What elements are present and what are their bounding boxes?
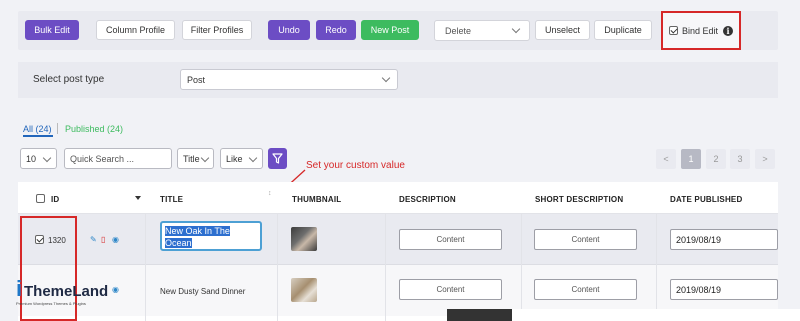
redo-button[interactable]: Redo xyxy=(316,20,356,40)
column-header-description[interactable]: DESCRIPTION xyxy=(399,195,456,204)
tab-published[interactable]: Published (24) xyxy=(65,124,123,134)
logo-brand-name: ThemeLand xyxy=(24,283,109,300)
short-description-button[interactable]: Content xyxy=(534,229,637,250)
pagination-page-2[interactable]: 2 xyxy=(706,149,726,169)
chevron-down-icon xyxy=(200,153,210,163)
row-title: New Dusty Sand Dinner xyxy=(160,287,246,296)
column-header-date-published[interactable]: DATE PUBLISHED xyxy=(670,195,742,204)
logo-brand-prefix: i xyxy=(16,276,23,301)
column-divider xyxy=(145,214,146,321)
column-divider xyxy=(277,214,278,321)
bind-edit-checkbox[interactable] xyxy=(669,26,678,35)
thumbnail-image[interactable] xyxy=(291,227,317,251)
tab-active-underline xyxy=(23,135,53,137)
column-header-id[interactable]: ID xyxy=(51,195,59,204)
per-page-select[interactable]: 10 xyxy=(20,148,57,169)
chevron-down-icon xyxy=(511,24,521,34)
bulk-edit-button[interactable]: Bulk Edit xyxy=(25,20,79,40)
edit-icon[interactable]: ✎ xyxy=(90,236,97,244)
title-edit-field[interactable]: New Oak In The Ocean xyxy=(160,221,262,251)
column-divider xyxy=(656,214,657,321)
sort-down-icon[interactable] xyxy=(135,196,141,200)
title-edit-line-1: New Oak In The xyxy=(165,226,230,236)
select-all-checkbox[interactable] xyxy=(36,194,45,203)
tab-divider xyxy=(57,123,58,134)
short-description-button[interactable]: Content xyxy=(534,279,637,300)
eye-icon[interactable]: ◉ xyxy=(112,236,119,244)
tab-all[interactable]: All (24) xyxy=(23,124,52,134)
info-icon[interactable]: i xyxy=(723,26,733,36)
post-type-value: Post xyxy=(187,74,206,85)
unselect-button[interactable]: Unselect xyxy=(535,20,590,40)
thumbnail-image[interactable] xyxy=(291,278,317,302)
column-divider xyxy=(521,214,522,321)
chevron-down-icon xyxy=(42,153,52,163)
chevron-down-icon xyxy=(381,73,391,83)
chevron-down-icon xyxy=(248,153,258,163)
column-header-thumbnail[interactable]: THUMBNAIL xyxy=(292,195,341,204)
table-header xyxy=(18,182,778,214)
quick-search-input[interactable]: Quick Search ... xyxy=(64,148,172,169)
description-button[interactable]: Content xyxy=(399,279,502,300)
delete-select[interactable]: Delete xyxy=(434,20,530,41)
delete-select-value: Delete xyxy=(445,25,472,36)
pagination-prev[interactable]: < xyxy=(656,149,676,169)
eye-icon[interactable]: ◉ xyxy=(112,286,119,294)
pagination-page-3[interactable]: 3 xyxy=(730,149,750,169)
date-published-input[interactable]: 2019/08/19 xyxy=(670,279,778,300)
date-published-input[interactable]: 2019/08/19 xyxy=(670,229,778,250)
themeland-logo: i ThemeLand Premium Wordpress Themes & P… xyxy=(16,276,108,307)
annotation-text: Set your custom value xyxy=(306,160,405,171)
per-page-value: 10 xyxy=(26,153,37,164)
bind-edit-label: Bind Edit xyxy=(682,26,719,36)
sort-icon[interactable]: ↕ xyxy=(268,190,272,197)
operator-value: Like xyxy=(226,153,243,164)
search-field-value: Title xyxy=(183,153,200,164)
table-row xyxy=(18,214,778,265)
pagination-page-1[interactable]: 1 xyxy=(681,149,701,169)
column-header-short-description[interactable]: SHORT DESCRIPTION xyxy=(535,195,623,204)
undo-button[interactable]: Undo xyxy=(268,20,310,40)
column-header-title[interactable]: TITLE xyxy=(160,195,183,204)
bottom-bar-dark xyxy=(447,309,512,321)
search-field-select[interactable]: Title xyxy=(177,148,214,169)
column-divider xyxy=(385,214,386,321)
new-post-button[interactable]: New Post xyxy=(361,20,419,40)
post-type-select[interactable]: Post xyxy=(180,69,398,90)
post-type-label: Select post type xyxy=(33,74,105,85)
post-type-row xyxy=(18,62,778,98)
title-edit-line-2: Ocean xyxy=(165,238,192,248)
duplicate-button[interactable]: Duplicate xyxy=(594,20,652,40)
column-profile-button[interactable]: Column Profile xyxy=(96,20,175,40)
pagination-next[interactable]: > xyxy=(755,149,775,169)
filter-profiles-button[interactable]: Filter Profiles xyxy=(182,20,252,40)
trash-icon[interactable]: ▯ xyxy=(101,236,105,244)
description-button[interactable]: Content xyxy=(399,229,502,250)
